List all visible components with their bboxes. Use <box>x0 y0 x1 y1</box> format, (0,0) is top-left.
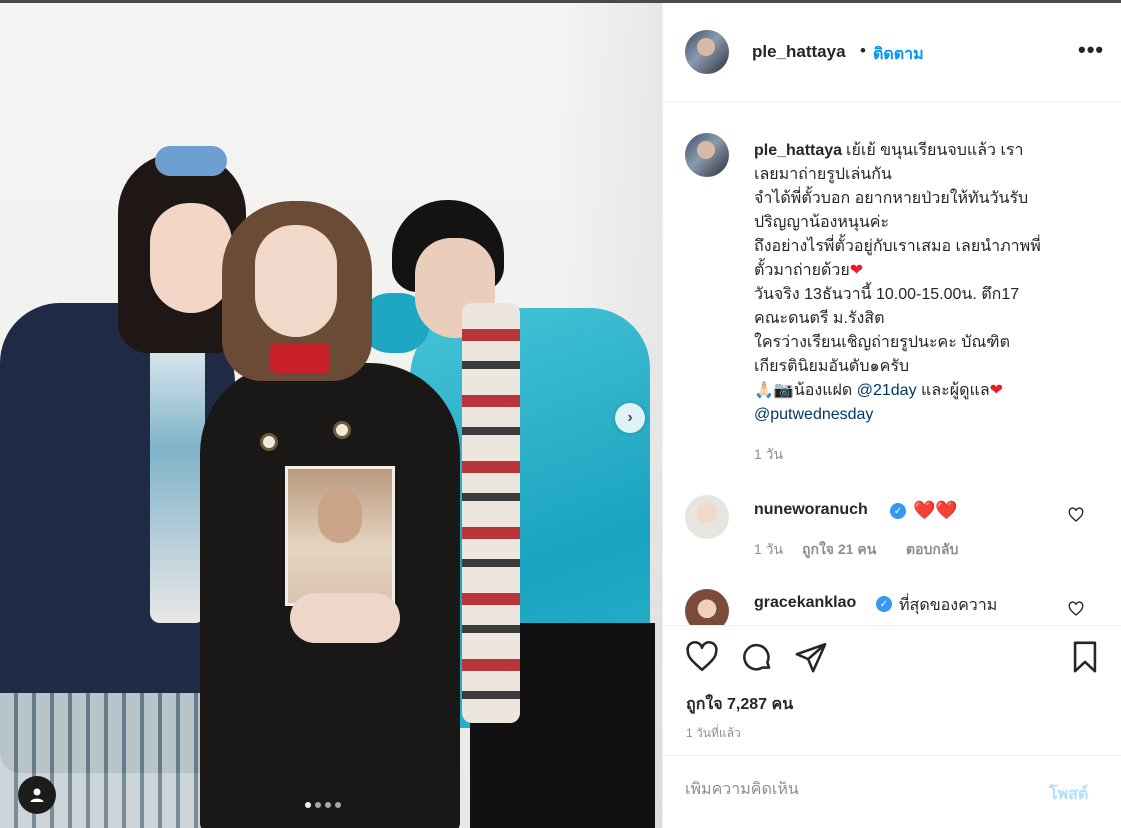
comment-like-heart-icon[interactable] <box>1068 601 1084 617</box>
verified-icon: ✓ <box>890 503 906 519</box>
comment-likes[interactable]: ถูกใจ 21 คน <box>802 539 876 561</box>
verified-icon: ✓ <box>876 596 892 612</box>
carousel-next-button[interactable]: › <box>615 403 645 433</box>
author-username[interactable]: ple_hattaya <box>752 42 846 62</box>
post-header: ple_hattaya • ติดตาม ••• <box>663 3 1121 102</box>
user-tag-button[interactable] <box>18 776 56 814</box>
bookmark-icon[interactable] <box>1068 640 1102 674</box>
mention-link[interactable]: @21day <box>857 382 917 399</box>
comment-input[interactable] <box>685 781 1025 799</box>
caption-time[interactable]: 1 วัน <box>754 444 783 466</box>
post-side-panel: ple_hattaya • ติดตาม ••• ple_hattaya เย้เ… <box>662 3 1121 828</box>
comment-like-heart-icon[interactable] <box>1068 507 1084 523</box>
commenter-username[interactable]: nuneworanuch <box>754 501 868 519</box>
red-heart-emoji: ❤ <box>989 382 1004 399</box>
more-options-icon[interactable]: ••• <box>1078 37 1104 63</box>
user-tag-icon <box>30 788 44 802</box>
post-caption: ple_hattaya เย้เย้ ขนุนเรียนจบแล้ว เรา เล… <box>754 142 1041 423</box>
comment-icon[interactable] <box>740 640 774 674</box>
caption-avatar[interactable] <box>685 133 729 177</box>
comment-time[interactable]: 1 วัน <box>754 539 783 561</box>
carousel-dots <box>305 802 341 808</box>
chevron-right-icon: › <box>627 409 633 426</box>
post-photo[interactable]: › <box>0 3 662 828</box>
add-comment-bar: โพสต์ <box>663 755 1121 828</box>
author-avatar[interactable] <box>685 30 729 74</box>
reply-button[interactable]: ตอบกลับ <box>906 539 958 561</box>
commenter-username[interactable]: gracekanklao <box>754 594 856 612</box>
person-middle-face <box>255 225 337 337</box>
carousel-dot-1 <box>305 802 311 808</box>
commenter-avatar[interactable] <box>685 495 729 539</box>
post-comment-button[interactable]: โพสต์ <box>1049 782 1088 807</box>
commenter-avatar[interactable] <box>685 589 729 625</box>
follow-button[interactable]: ติดตาม <box>873 42 924 67</box>
carousel-dot-3 <box>325 802 331 808</box>
red-heart-emoji: ❤ <box>849 262 864 279</box>
share-icon[interactable] <box>794 640 828 674</box>
post-actions: ถูกใจ 7,287 คน 1 วันที่แล้ว <box>663 625 1121 755</box>
like-count[interactable]: ถูกใจ 7,287 คน <box>686 692 793 717</box>
mention-link[interactable]: @putwednesday <box>754 406 873 423</box>
person-left-face <box>150 203 232 313</box>
carousel-dot-2 <box>315 802 321 808</box>
post-timestamp[interactable]: 1 วันที่แล้ว <box>686 724 741 743</box>
comment-text: ที่สุดของความ <box>899 597 998 614</box>
carousel-dot-4 <box>335 802 341 808</box>
caption-username[interactable]: ple_hattaya <box>754 142 842 159</box>
header-separator: • <box>860 41 866 60</box>
comments-list[interactable]: ple_hattaya เย้เย้ ขนุนเรียนจบแล้ว เรา เล… <box>663 103 1121 625</box>
heart-icon[interactable] <box>685 640 719 674</box>
comment-text: ❤️❤️ <box>913 500 958 520</box>
